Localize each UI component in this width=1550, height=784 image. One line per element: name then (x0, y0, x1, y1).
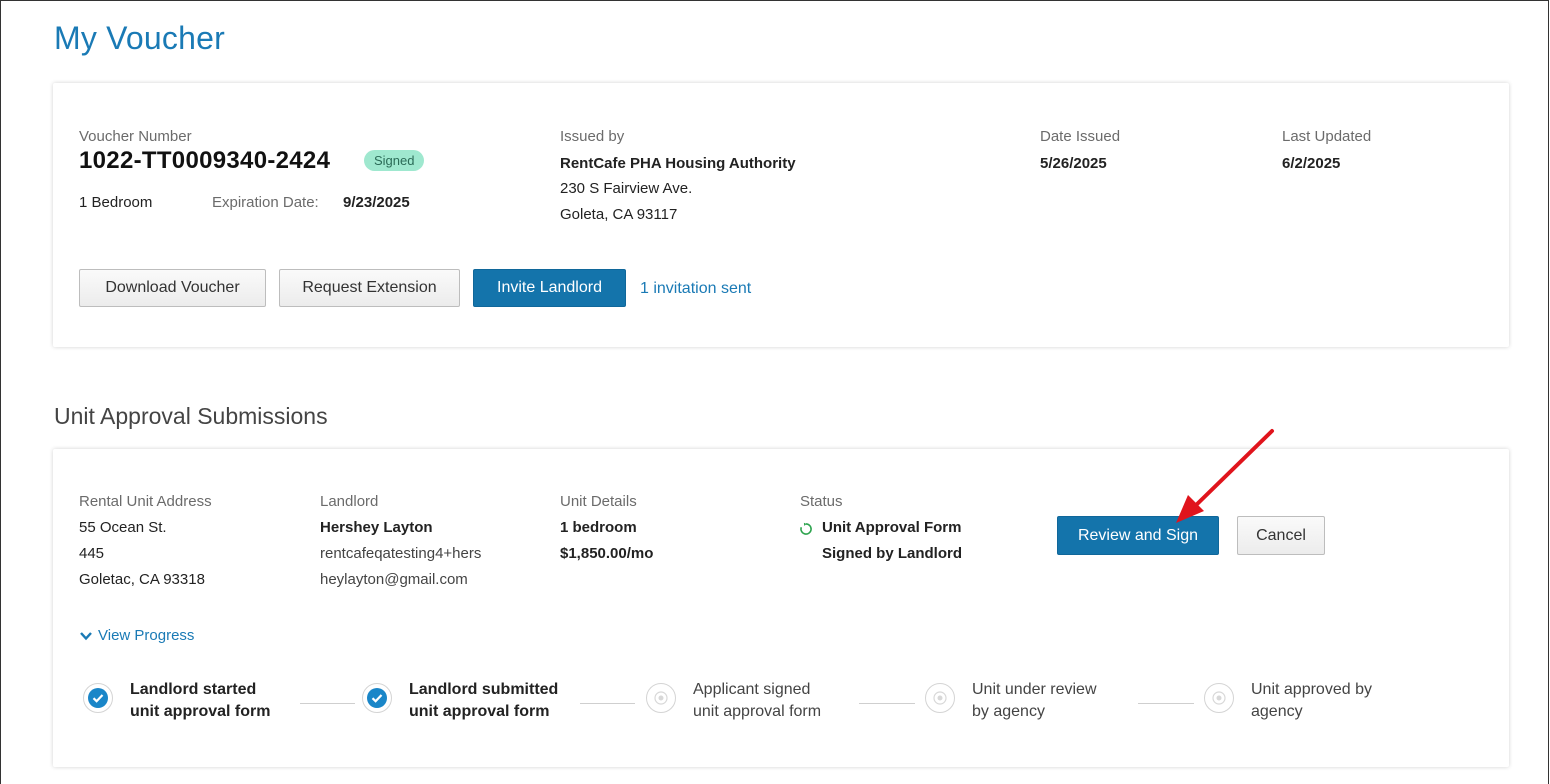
landlord-name: Hershey Layton (320, 519, 433, 536)
expiration-date-label: Expiration Date: (212, 194, 319, 211)
step-connector (1138, 703, 1194, 704)
status-line1: Unit Approval Form (822, 519, 962, 536)
progress-step-3: Applicant signed unit approval form (646, 679, 863, 723)
page-title: My Voucher (54, 20, 225, 56)
invitation-sent-link[interactable]: 1 invitation sent (640, 280, 751, 298)
chevron-down-icon (80, 631, 92, 640)
step-label-line1: Unit approved by (1251, 681, 1372, 698)
step-label-line2: unit approval form (130, 703, 271, 720)
issuer-address-line2: Goleta, CA 93117 (560, 206, 678, 223)
landlord-label: Landlord (320, 493, 379, 510)
section-title: Unit Approval Submissions (54, 403, 328, 429)
landlord-email-line1: rentcafeqatesting4+hers (320, 545, 482, 562)
step-connector (859, 703, 915, 704)
pending-circle-icon (646, 683, 676, 713)
pending-circle-icon (925, 683, 955, 713)
step-label-line2: agency (1251, 703, 1303, 720)
date-issued-label: Date Issued (1040, 128, 1121, 145)
unit-approval-card: Rental Unit Address 55 Ocean St. 445 Gol… (53, 449, 1509, 767)
voucher-number-label: Voucher Number (79, 128, 192, 145)
issuer-address-line1: 230 S Fairview Ave. (560, 180, 693, 197)
date-issued: 5/26/2025 (1040, 155, 1107, 172)
rental-address-line2: 445 (79, 545, 105, 562)
progress-step-5: Unit approved by agency (1204, 679, 1421, 723)
last-updated: 6/2/2025 (1282, 155, 1341, 172)
step-label-line1: Applicant signed (693, 681, 811, 698)
unit-bedrooms: 1 bedroom (560, 519, 637, 536)
voucher-number: 1022-TT0009340-2424 (79, 147, 331, 174)
pending-circle-icon (1204, 683, 1234, 713)
check-circle-icon (362, 683, 392, 713)
step-label-line2: unit approval form (693, 703, 822, 720)
refresh-circle-icon (800, 522, 812, 535)
check-circle-icon (83, 683, 113, 713)
request-extension-button[interactable]: Request Extension (279, 269, 460, 307)
step-label-line1: Landlord started (130, 681, 257, 698)
status-line2: Signed by Landlord (822, 545, 963, 562)
step-label-line2: unit approval form (409, 703, 550, 720)
step-connector (300, 703, 355, 704)
status-badge: Signed (364, 150, 425, 171)
last-updated-label: Last Updated (1282, 128, 1372, 145)
invite-landlord-button[interactable]: Invite Landlord (473, 269, 626, 307)
rental-address-line3: Goletac, CA 93318 (79, 571, 205, 588)
step-label-line1: Unit under review (972, 681, 1097, 698)
progress-step-1: Landlord started unit approval form (83, 679, 300, 723)
download-voucher-button[interactable]: Download Voucher (79, 269, 266, 307)
unit-rent: $1,850.00/mo (560, 545, 654, 562)
progress-step-4: Unit under review by agency (925, 679, 1142, 723)
status-label: Status (800, 493, 843, 510)
issuer-name: RentCafe PHA Housing Authority (560, 155, 796, 172)
bedroom-count: 1 Bedroom (79, 194, 153, 211)
expiration-date: 9/23/2025 (343, 194, 410, 211)
rental-address-label: Rental Unit Address (79, 493, 212, 510)
step-connector (580, 703, 635, 704)
view-progress-label: View Progress (98, 627, 195, 644)
rental-address-line1: 55 Ocean St. (79, 519, 167, 536)
issued-by-label: Issued by (560, 128, 625, 145)
progress-step-2: Landlord submitted unit approval form (362, 679, 579, 723)
review-and-sign-button[interactable]: Review and Sign (1057, 516, 1219, 555)
view-progress-toggle[interactable]: View Progress (80, 627, 194, 644)
unit-details-label: Unit Details (560, 493, 637, 510)
voucher-card: Voucher Number 1022-TT0009340-2424 Signe… (53, 83, 1509, 347)
step-label-line1: Landlord submitted (409, 681, 559, 698)
landlord-email-line2: heylayton@gmail.com (320, 571, 468, 588)
step-label-line2: by agency (972, 703, 1045, 720)
cancel-button[interactable]: Cancel (1237, 516, 1325, 555)
